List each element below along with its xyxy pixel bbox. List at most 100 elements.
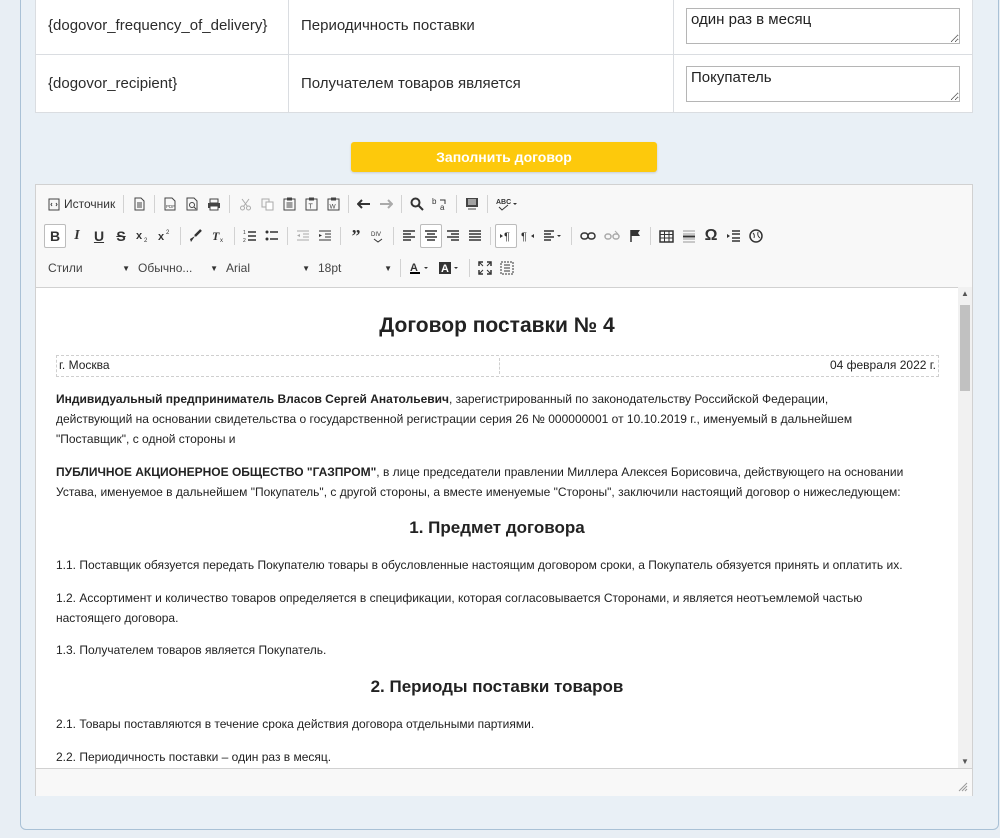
blockquote-button[interactable]: ” [345, 224, 367, 248]
anchor-button[interactable] [624, 224, 646, 248]
paste-word-icon: W [327, 197, 340, 211]
maximize-button[interactable] [474, 256, 496, 280]
svg-text:x: x [158, 231, 165, 243]
print-icon [208, 198, 221, 210]
div-container-button[interactable]: DIV [367, 224, 389, 248]
preview-button[interactable] [181, 192, 203, 216]
copy-format-button[interactable] [185, 224, 207, 248]
spellcheck-button[interactable]: ABC [492, 192, 522, 216]
party-2-paragraph: ПУБЛИЧНОЕ АКЦИОНЕРНОЕ ОБЩЕСТВО "ГАЗПРОМ"… [56, 465, 904, 499]
size-label: 18pt [318, 261, 342, 275]
frequency-textarea[interactable]: один раз в месяц [686, 7, 960, 44]
strikethrough-button[interactable]: S [110, 224, 132, 248]
remove-format-button[interactable]: Tx [207, 224, 230, 248]
separator [490, 227, 491, 245]
separator [348, 195, 350, 213]
ltr-button[interactable]: ¶ [495, 224, 517, 248]
bulleted-list-button[interactable] [261, 224, 283, 248]
vertical-scrollbar[interactable]: ▲ ▼ [958, 287, 972, 768]
paste-text-button[interactable]: T [300, 192, 322, 216]
iframe-button[interactable] [745, 224, 767, 248]
recipient-textarea[interactable]: Покупатель [686, 65, 960, 102]
rtl-icon: ¶ [521, 231, 534, 243]
svg-text:x: x [220, 238, 223, 243]
underline-button[interactable]: U [88, 224, 110, 248]
svg-text:2: 2 [144, 238, 148, 243]
variables-table: {dogovor_frequency_of_delivery} Периодич… [35, 0, 973, 113]
editor-status-bar [36, 768, 972, 796]
align-left-button[interactable] [398, 224, 420, 248]
italic-button[interactable]: I [66, 224, 88, 248]
font-dropdown[interactable]: Arial ▼ [222, 257, 314, 279]
superscript-icon: x2 [158, 230, 170, 243]
redo-button[interactable] [375, 192, 397, 216]
align-justify-icon [469, 230, 481, 241]
numbered-list-button[interactable]: 12 [239, 224, 261, 248]
chevron-down-icon: ▼ [122, 263, 130, 273]
svg-text:2: 2 [243, 238, 246, 243]
resize-grip-icon[interactable] [958, 782, 968, 792]
editor-content-area[interactable]: Договор поставки № 4 г. Москва 04 феврал… [36, 287, 958, 769]
date-cell: 04 февраля 2022 г. [829, 358, 936, 372]
copy-button[interactable] [256, 192, 278, 216]
variable-code: {dogovor_recipient} [35, 54, 289, 113]
separator [487, 195, 489, 213]
format-dropdown[interactable]: Обычно... ▼ [134, 257, 222, 279]
outdent-button[interactable] [292, 224, 314, 248]
subscript-button[interactable]: x2 [132, 224, 154, 248]
new-page-button[interactable] [128, 192, 150, 216]
rtl-button[interactable]: ¶ [517, 224, 539, 248]
find-button[interactable] [406, 192, 428, 216]
fill-contract-button[interactable]: Заполнить договор [351, 142, 657, 172]
separator [123, 195, 125, 213]
special-char-button[interactable]: Ω [700, 224, 722, 248]
cut-button[interactable] [234, 192, 256, 216]
horizontal-line-button[interactable] [678, 224, 700, 248]
export-pdf-button[interactable]: PDF [159, 192, 181, 216]
preview-icon [186, 197, 198, 211]
svg-text:DIV: DIV [371, 232, 381, 238]
background-color-button[interactable]: A [435, 256, 465, 280]
select-all-icon [466, 198, 479, 210]
city-date-table: г. Москва 04 февраля 2022 г. [56, 355, 939, 377]
svg-text:¶: ¶ [521, 231, 527, 243]
svg-text:1: 1 [243, 230, 246, 236]
unlink-button[interactable] [600, 224, 624, 248]
toolbar-row-2: B I U S x2 x2 Tx 12 ” DIV ¶ ¶ Ω [44, 222, 767, 250]
clause-1-2: 1.2. Ассортимент и количество товаров оп… [56, 591, 863, 625]
paste-button[interactable] [278, 192, 300, 216]
page-break-button[interactable] [722, 224, 745, 248]
align-justify-button[interactable] [464, 224, 486, 248]
link-button[interactable] [576, 224, 600, 248]
svg-text:¶: ¶ [504, 231, 510, 243]
table-button[interactable] [655, 224, 678, 248]
scrollbar-thumb[interactable] [960, 305, 970, 391]
toolbar-row-1: Источник PDF T W ba ABC [44, 190, 522, 218]
text-color-button[interactable]: A [405, 256, 435, 280]
rich-text-editor: Источник PDF T W ba ABC B I U S x 2 x 2 … [35, 184, 973, 796]
bold-button[interactable]: B [44, 224, 66, 248]
styles-dropdown[interactable]: Стили ▼ [44, 257, 134, 279]
separator [400, 259, 401, 277]
align-right-button[interactable] [442, 224, 464, 248]
align-center-button[interactable] [420, 224, 442, 248]
svg-text:A: A [441, 263, 449, 275]
superscript-button[interactable]: x2 [154, 224, 176, 248]
print-button[interactable] [203, 192, 225, 216]
brush-icon [190, 229, 202, 242]
scroll-down-icon[interactable]: ▼ [961, 757, 969, 766]
language-button[interactable] [539, 224, 567, 248]
remove-format-icon: Tx [212, 229, 223, 243]
scroll-up-icon[interactable]: ▲ [961, 289, 969, 298]
show-blocks-button[interactable] [496, 256, 518, 280]
select-all-button[interactable] [461, 192, 483, 216]
indent-button[interactable] [314, 224, 336, 248]
separator [393, 227, 394, 245]
paste-word-button[interactable]: W [322, 192, 344, 216]
source-button[interactable]: Источник [44, 192, 119, 216]
undo-button[interactable] [353, 192, 375, 216]
size-dropdown[interactable]: 18pt ▼ [314, 257, 396, 279]
search-icon [410, 197, 424, 211]
replace-button[interactable]: ba [428, 192, 452, 216]
flag-icon [630, 230, 640, 242]
